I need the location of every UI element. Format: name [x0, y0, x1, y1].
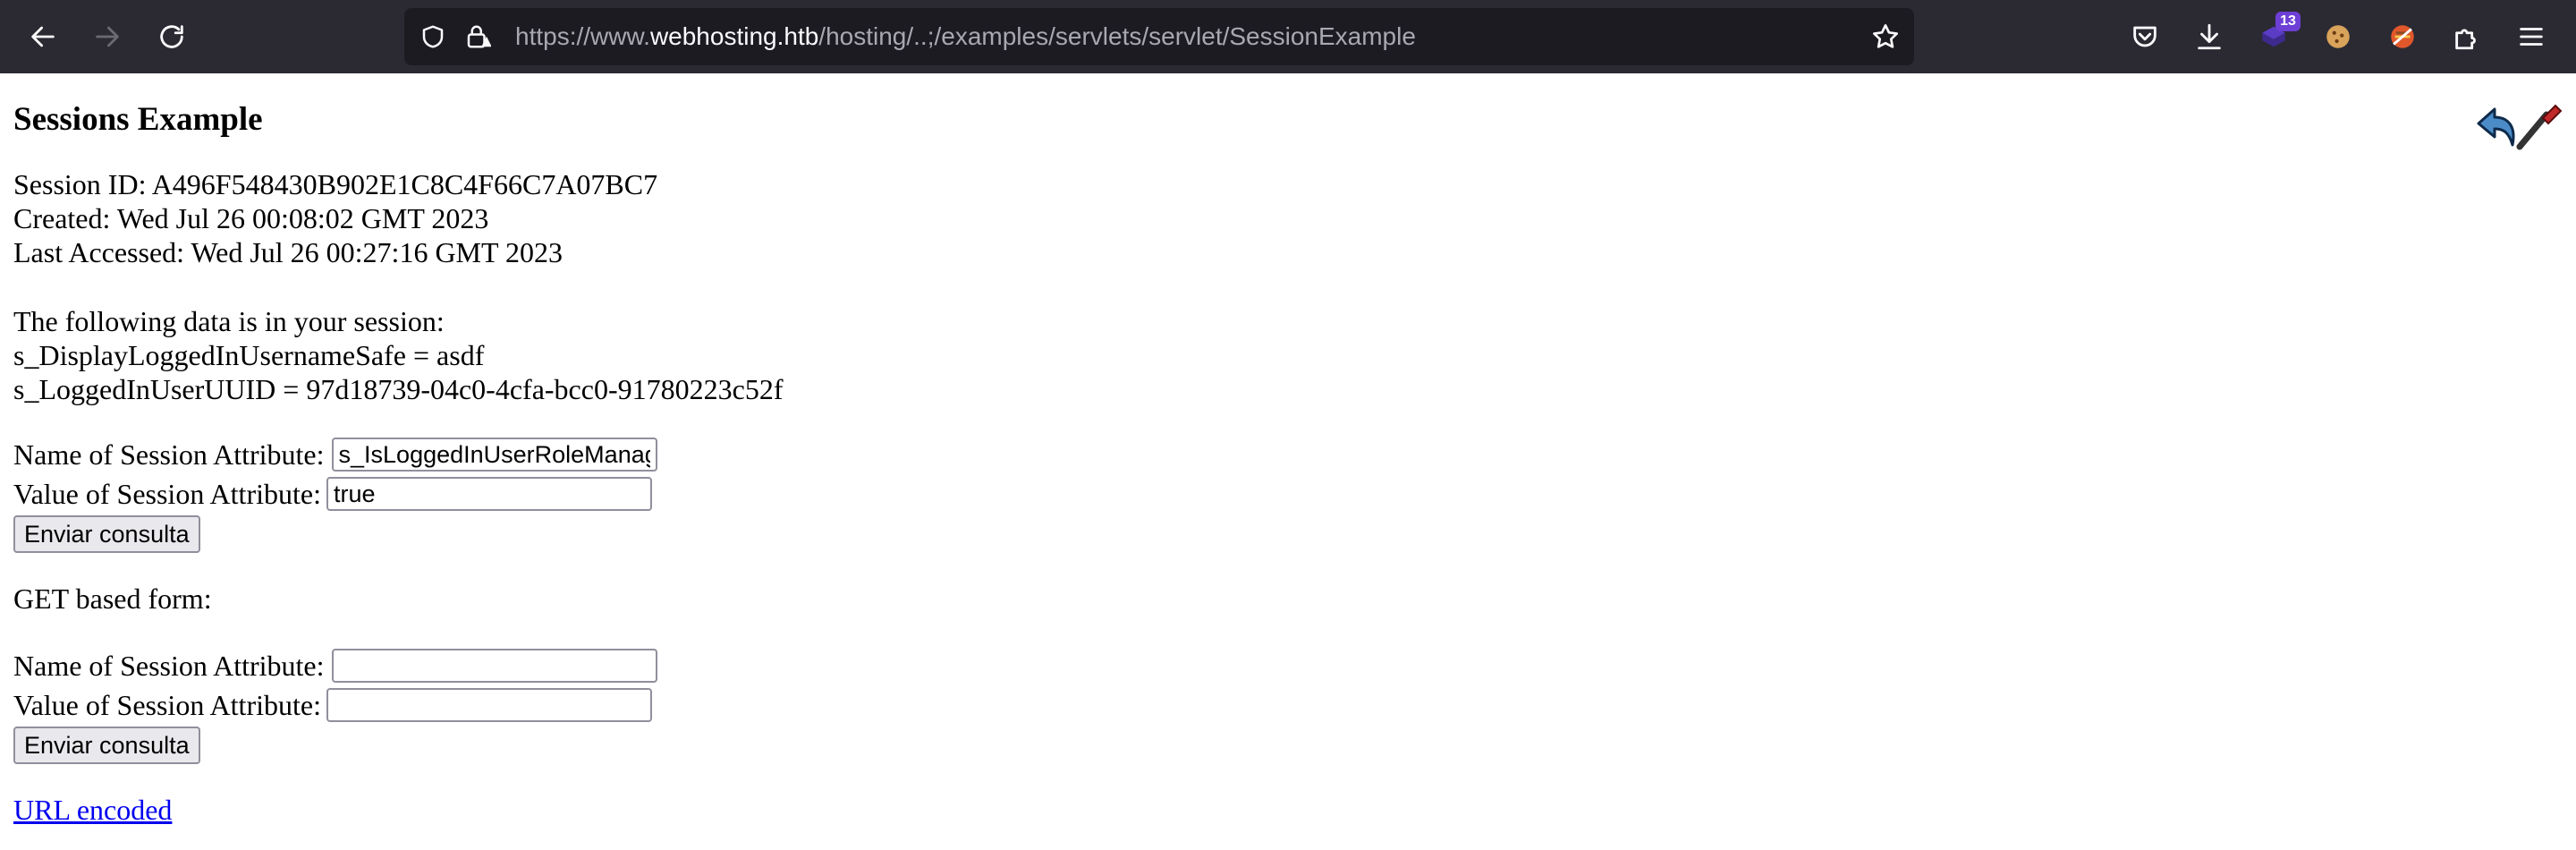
extension-badge: 13 — [2275, 12, 2301, 31]
attribute-value-input[interactable] — [326, 477, 652, 511]
attribute-name-input[interactable] — [331, 438, 657, 472]
session-data-intro: The following data is in your session: — [13, 305, 445, 337]
download-icon[interactable] — [2188, 15, 2231, 58]
attribute-name-row: Name of Session Attribute: — [13, 435, 657, 474]
attribute-value-row: Value of Session Attribute: — [13, 685, 657, 725]
submit-button[interactable]: Enviar consulta — [13, 727, 200, 764]
return-and-execute-icons — [2473, 102, 2563, 152]
lock-warning-icon[interactable] — [462, 21, 494, 53]
shield-icon[interactable] — [417, 21, 449, 53]
attribute-name-label: Name of Session Attribute: — [13, 650, 325, 682]
burger-extension-icon[interactable] — [2381, 15, 2424, 58]
bookmark-star-icon[interactable] — [1869, 21, 1902, 53]
pocket-icon[interactable] — [2123, 15, 2166, 58]
session-id: Session ID: A496F548430B902E1C8C4F66C7A0… — [13, 168, 658, 200]
puzzle-icon[interactable] — [2445, 15, 2488, 58]
back-icon[interactable] — [21, 15, 64, 58]
url-encoded-row: URL encoded — [13, 793, 172, 827]
session-data: The following data is in your session: s… — [13, 304, 783, 406]
return-arrow-icon — [2477, 107, 2515, 147]
url-encoded-link[interactable]: URL encoded — [13, 794, 172, 826]
menu-icon[interactable] — [2510, 15, 2553, 58]
browser-toolbar: https://www.webhosting.htb/hosting/..;/e… — [0, 0, 2576, 73]
session-last-accessed: Last Accessed: Wed Jul 26 00:27:16 GMT 2… — [13, 236, 563, 268]
attribute-value-label: Value of Session Attribute: — [13, 478, 321, 510]
attribute-value-row: Value of Session Attribute: — [13, 474, 657, 514]
get-session-form: Name of Session Attribute: Value of Sess… — [13, 646, 657, 764]
attribute-name-label: Name of Session Attribute: — [13, 438, 325, 471]
session-created: Created: Wed Jul 26 00:08:02 GMT 2023 — [13, 202, 489, 234]
session-info: Session ID: A496F548430B902E1C8C4F66C7A0… — [13, 167, 657, 269]
attribute-name-row: Name of Session Attribute: — [13, 646, 657, 685]
url-text[interactable]: https://www.webhosting.htb/hosting/..;/e… — [515, 8, 1416, 65]
attribute-value-input[interactable] — [326, 688, 652, 722]
page-title: Sessions Example — [13, 101, 263, 138]
session-attribute-item: s_DisplayLoggedInUsernameSafe = asdf — [13, 339, 485, 371]
post-session-form: Name of Session Attribute: Value of Sess… — [13, 435, 657, 553]
extension-icon[interactable]: 13 — [2252, 12, 2301, 58]
get-form-heading: GET based form: — [13, 582, 212, 615]
execute-wand-icon — [2516, 104, 2563, 150]
session-attribute-item: s_LoggedInUserUUID = 97d18739-04c0-4cfa-… — [13, 373, 784, 405]
cookie-icon[interactable] — [2317, 15, 2360, 58]
submit-button[interactable]: Enviar consulta — [13, 515, 200, 553]
url-bar[interactable]: https://www.webhosting.htb/hosting/..;/e… — [404, 8, 1914, 65]
attribute-name-input[interactable] — [331, 649, 657, 683]
reload-icon[interactable] — [150, 15, 193, 58]
attribute-value-label: Value of Session Attribute: — [13, 689, 321, 721]
forward-icon[interactable] — [86, 15, 129, 58]
